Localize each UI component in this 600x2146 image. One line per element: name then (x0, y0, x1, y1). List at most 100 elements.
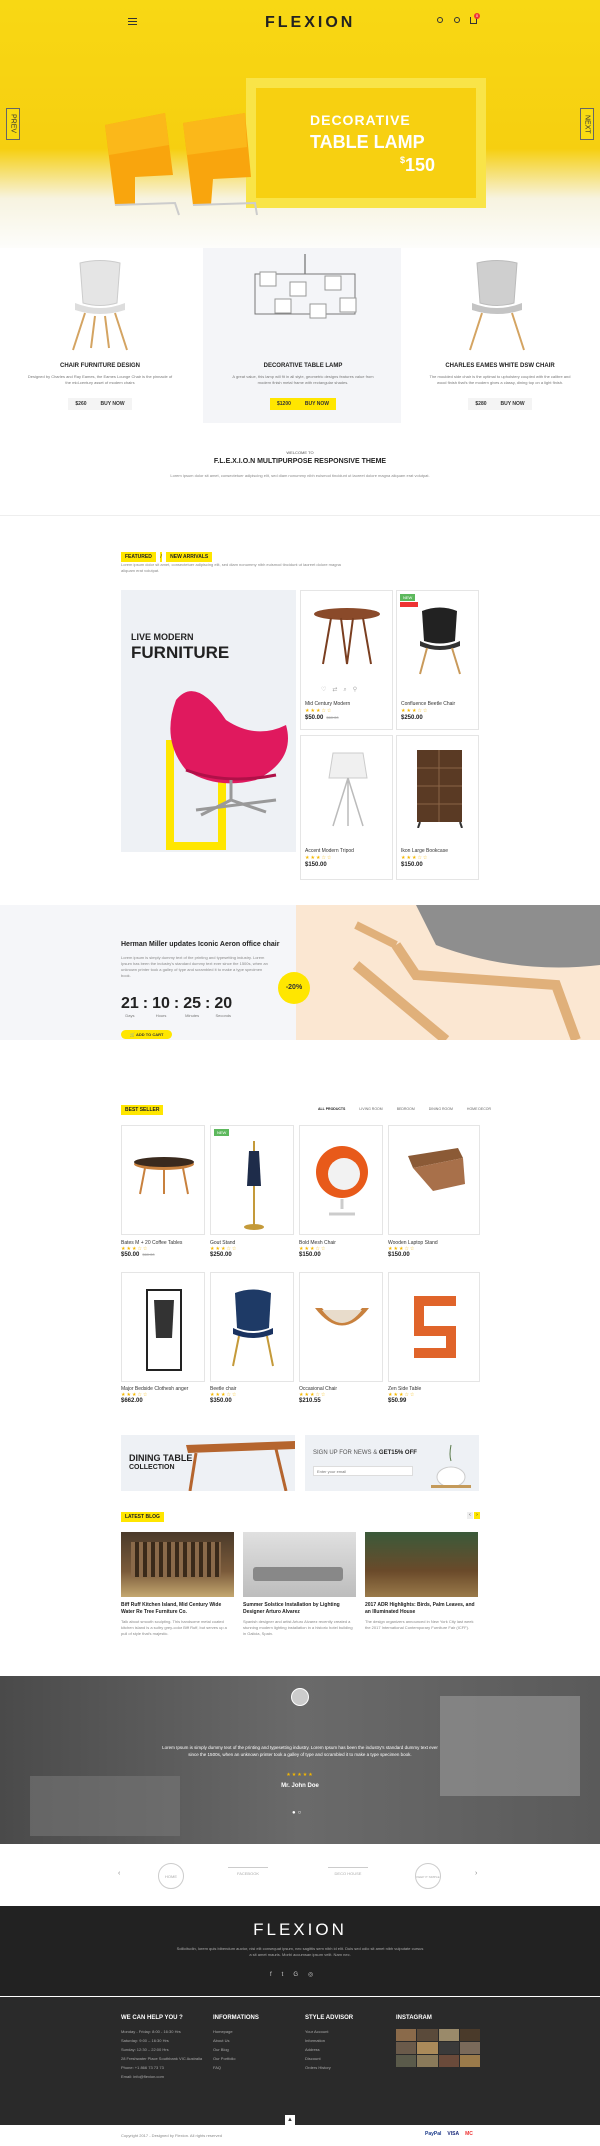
brand-logo[interactable]: KEEP IT SIMPLE (415, 1863, 441, 1889)
countdown: 21 Days : 10 Hours : 25 Minutes : 20 Seconds (121, 995, 233, 1018)
best-product-card[interactable] (121, 1125, 205, 1235)
blog-title[interactable]: 2017 ADR Highlights: Birds, Palm Leaves,… (365, 1602, 478, 1616)
best-product-card[interactable] (299, 1125, 383, 1235)
product-name[interactable]: Confluence Beetle Chair (401, 701, 455, 707)
hero-subtitle: TABLE LAMP (310, 132, 425, 152)
footer-link[interactable]: Information (305, 2036, 385, 2045)
blog-next-button[interactable]: › (474, 1512, 480, 1519)
twitter-icon[interactable]: t (282, 1972, 294, 1978)
blog-image (365, 1532, 478, 1597)
dining-table-banner[interactable]: DINING TABLE COLLECTION (121, 1435, 295, 1491)
product-price: $150.00 (388, 1252, 410, 1258)
hero-next-button[interactable]: NEXT (580, 108, 594, 140)
footer-link[interactable]: Orders History (305, 2063, 385, 2072)
tripod-lamp-image (328, 752, 368, 827)
featured-product-card[interactable]: Ikon Large Bookcase ★★★☆☆ $150.00 (396, 735, 479, 880)
product-price: $50.00 $60.00 (121, 1252, 155, 1258)
featured-product-card[interactable]: NEW Confluence Beetle Chair ★★★☆☆ $250.0… (396, 590, 479, 730)
add-to-cart-button[interactable]: 🛒 ADD TO CART (121, 1030, 173, 1039)
product-name[interactable]: Mid Century Modern (305, 701, 350, 707)
product-name[interactable]: Accent Modern Tripod (305, 848, 354, 854)
google-icon[interactable]: G (293, 1972, 308, 1978)
blog-title[interactable]: Summer Solstice Installation by Lighting… (243, 1602, 356, 1616)
banner-line-2: FURNITURE (131, 643, 230, 662)
buy-now-button[interactable]: BUY NOW (297, 398, 336, 410)
blue-beetle-chair-image (232, 1289, 274, 1367)
brand-logo[interactable]: FACEBOOK (228, 1867, 268, 1876)
blog-post[interactable]: Biff Ruff Kitchen Island, Mid Century Wi… (121, 1532, 234, 1637)
tab-living-room[interactable]: LIVING ROOM (359, 1107, 382, 1111)
best-product-card[interactable] (388, 1125, 480, 1235)
hero-title: DECORATIVE (310, 112, 411, 128)
clothes-hanger-image (146, 1289, 182, 1371)
brands-next-icon[interactable]: › (475, 1870, 477, 1877)
search-icon[interactable] (437, 17, 443, 23)
blog-image (121, 1532, 234, 1597)
card-action-icons[interactable]: ♡⇄⌕⚲ (321, 686, 363, 694)
product-price: $50.00 $60.00 (305, 715, 339, 721)
footer-col-title: INSTAGRAM (396, 2015, 432, 2021)
occasional-chair-image (315, 1308, 369, 1326)
bookcase-image (417, 750, 463, 828)
countdown-seconds-label: Seconds (215, 1013, 232, 1018)
laptop-stand-image (408, 1148, 465, 1191)
product-price: $250.00 (210, 1252, 232, 1258)
blog-title[interactable]: Biff Ruff Kitchen Island, Mid Century Wi… (121, 1602, 234, 1616)
newsletter-email-input[interactable] (313, 1466, 413, 1476)
best-seller-tag: BEST SELLER (121, 1105, 164, 1115)
tab-dining-room[interactable]: DINING ROOM (429, 1107, 453, 1111)
tab-bedroom[interactable]: BEDROOM (397, 1107, 415, 1111)
facebook-icon[interactable]: f (270, 1972, 282, 1978)
footer-link[interactable]: Your Account (305, 2027, 385, 2036)
testimonial-name: Mr. John Doe (281, 1783, 319, 1789)
hamburger-icon[interactable] (128, 18, 137, 25)
brands-prev-icon[interactable]: ‹ (118, 1870, 120, 1877)
blog-prev-button[interactable]: ‹ (467, 1512, 473, 1519)
best-product-card[interactable] (121, 1272, 205, 1382)
instagram-grid[interactable] (396, 2029, 480, 2067)
footer-link[interactable]: Discount (305, 2054, 385, 2063)
ball-chair-image (316, 1146, 368, 1216)
category-desc: A great value, this lamp will fit in all… (232, 374, 374, 385)
footer-line[interactable]: Email: info@flexion.com (121, 2072, 206, 2081)
brand-logo[interactable]: HOME (158, 1863, 184, 1889)
footer-logo[interactable]: FLEXION (0, 1920, 600, 1940)
best-product-card[interactable] (299, 1272, 383, 1382)
mastercard-icon: MC (465, 2131, 473, 2137)
footer-link[interactable]: FAQ (213, 2063, 293, 2072)
scroll-top-button[interactable]: ▲ (285, 2115, 295, 2125)
testimonial-dots[interactable]: ●○ (292, 1810, 303, 1816)
blog-image (243, 1532, 356, 1597)
product-name[interactable]: Ikon Large Bookcase (401, 848, 448, 854)
user-icon[interactable] (454, 17, 460, 23)
tab-all-products[interactable]: ALL PRODUCTS (318, 1107, 345, 1111)
best-product-card[interactable]: NEW (210, 1125, 294, 1235)
tab-home-decor[interactable]: HOME DECOR (467, 1107, 491, 1111)
footer-col-title: INFORMATIONS (213, 2015, 259, 2021)
footer-link[interactable]: Our Portfolio (213, 2054, 293, 2063)
tab-featured[interactable]: FEATURED (121, 552, 156, 562)
tab-new-arrivals[interactable]: NEW ARRIVALS (166, 552, 213, 562)
footer-link[interactable]: About Us (213, 2036, 293, 2045)
site-logo[interactable]: FLEXION (265, 14, 355, 32)
product-price: $210.55 (299, 1398, 321, 1404)
instagram-icon[interactable]: ◎ (308, 1972, 323, 1978)
eames-chair-image (469, 260, 525, 351)
hero-prev-button[interactable]: PREV (6, 108, 20, 140)
best-product-card[interactable] (210, 1272, 294, 1382)
blog-post[interactable]: Summer Solstice Installation by Lighting… (243, 1532, 356, 1637)
brand-logo[interactable]: DECO HOUSE (328, 1867, 368, 1876)
buy-now-button[interactable]: BUY NOW (493, 398, 532, 410)
blog-post[interactable]: 2017 ADR Highlights: Birds, Palm Leaves,… (365, 1532, 478, 1631)
footer-link[interactable]: Homepage (213, 2027, 293, 2036)
welcome-kicker: WELCOME TO (286, 450, 314, 455)
best-product-card[interactable] (388, 1272, 480, 1382)
buy-now-button[interactable]: BUY NOW (93, 398, 132, 410)
footer-link[interactable]: Our Blog (213, 2045, 293, 2054)
banner-line-1: LIVE MODERN (131, 632, 194, 642)
cart-count-badge: 0 (474, 13, 480, 19)
footer-link[interactable]: Address (305, 2045, 385, 2054)
featured-product-card[interactable]: ♡⇄⌕⚲ Mid Century Modern ★★★☆☆ $50.00 $60.… (300, 590, 393, 730)
featured-product-card[interactable]: Accent Modern Tripod ★★★☆☆ $150.00 (300, 735, 393, 880)
category-2: DECORATIVE TABLE LAMP A great value, thi… (228, 363, 378, 410)
